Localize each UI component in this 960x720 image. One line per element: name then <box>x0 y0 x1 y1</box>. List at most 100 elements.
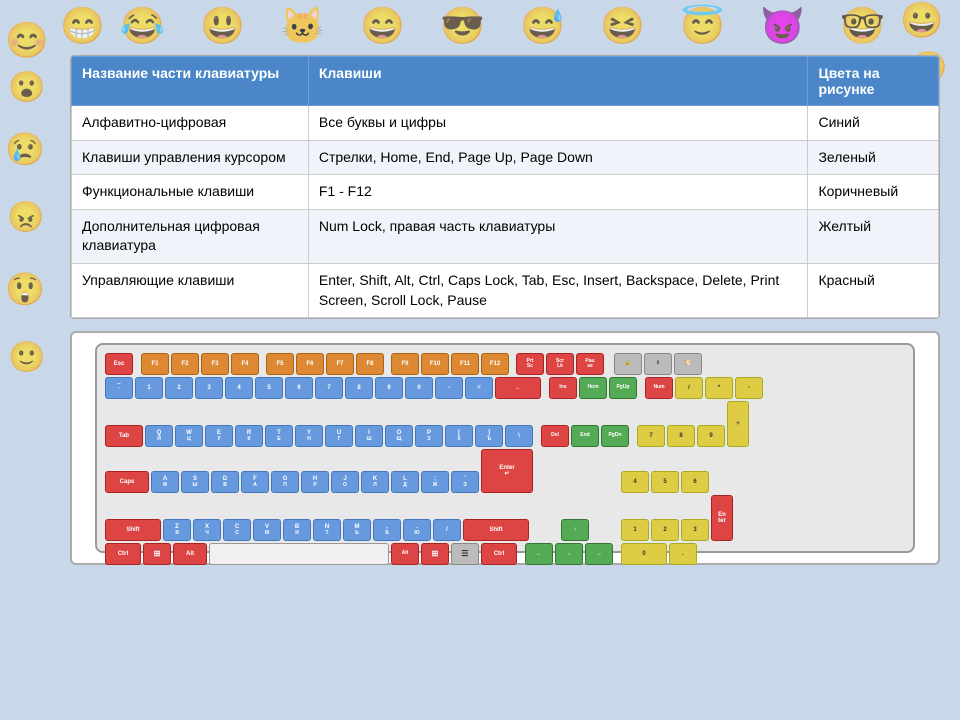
cell-part: Клавиши управления курсором <box>72 140 309 175</box>
key-num7: 7 <box>637 425 665 447</box>
key-num0: 0 <box>621 543 667 565</box>
key-rshift: Shift <box>463 519 529 541</box>
key-rbracket: ]Ъ <box>475 425 503 447</box>
key-tab: Tab <box>105 425 143 447</box>
key-rctrl: Ctrl <box>481 543 517 565</box>
key-pause: Pause <box>576 353 604 375</box>
key-f1: F1 <box>141 353 169 375</box>
cell-keys: Все буквы и цифры <box>308 106 808 141</box>
key-2: 2 <box>165 377 193 399</box>
key-num6: 6 <box>681 471 709 493</box>
key-f12: F12 <box>481 353 509 375</box>
key-down: ↓ <box>555 543 583 565</box>
key-t: TЕ <box>265 425 293 447</box>
key-num-enter: Enter <box>711 495 733 541</box>
key-d: DВ <box>211 471 239 493</box>
key-num-minus: - <box>735 377 763 399</box>
key-enter: Enter↵ <box>481 449 533 493</box>
key-lwin: ⊞ <box>143 543 171 565</box>
key-capslock: Caps <box>105 471 149 493</box>
key-p: PЗ <box>415 425 443 447</box>
key-9: 9 <box>375 377 403 399</box>
key-comma: ,Б <box>373 519 401 541</box>
key-v: VМ <box>253 519 281 541</box>
key-num8: 8 <box>667 425 695 447</box>
key-u: UГ <box>325 425 353 447</box>
key-numdot: . <box>669 543 697 565</box>
key-f5: F5 <box>266 353 294 375</box>
key-f6: F6 <box>296 353 324 375</box>
key-g: GП <box>271 471 299 493</box>
key-num1: 1 <box>621 519 649 541</box>
key-equals: = <box>465 377 493 399</box>
cell-part: Функциональные клавиши <box>72 175 309 210</box>
key-backtick: ~` <box>105 377 133 399</box>
key-scrlk: ScrLk <box>546 353 574 375</box>
key-lbracket: [Х <box>445 425 473 447</box>
key-semicolon: ;Ж <box>421 471 449 493</box>
key-e: EУ <box>205 425 233 447</box>
key-f4: F4 <box>231 353 259 375</box>
table-row: Функциональные клавишиF1 - F12Коричневый <box>72 175 939 210</box>
key-right: → <box>585 543 613 565</box>
key-numlock: Num <box>645 377 673 399</box>
key-insert: Ins <box>549 377 577 399</box>
keyboard-diagram: Esc F1 F2 F3 F4 F5 F6 F7 F8 F9 F10 F11 F… <box>95 343 915 553</box>
key-q: QЙ <box>145 425 173 447</box>
key-num3: 3 <box>681 519 709 541</box>
col-header-part: Название части клавиатуры <box>72 57 309 106</box>
cell-keys: F1 - F12 <box>308 175 808 210</box>
cell-color: Коричневый <box>808 175 939 210</box>
cell-color: Синий <box>808 106 939 141</box>
key-b: BИ <box>283 519 311 541</box>
table-row: Алфавитно-цифроваяВсе буквы и цифрыСиний <box>72 106 939 141</box>
key-pgup: PgUp <box>609 377 637 399</box>
key-menu: ☰ <box>451 543 479 565</box>
cell-part: Дополнительная цифровая клавиатура <box>72 209 309 263</box>
table-row: Управляющие клавишиEnter, Shift, Alt, Ct… <box>72 263 939 317</box>
key-home: Hom <box>579 377 607 399</box>
key-0: 0 <box>405 377 433 399</box>
cell-color: Желтый <box>808 209 939 263</box>
cell-color: Зеленый <box>808 140 939 175</box>
key-f2: F2 <box>171 353 199 375</box>
key-f7: F7 <box>326 353 354 375</box>
cell-part: Алфавитно-цифровая <box>72 106 309 141</box>
key-lalt: Alt <box>173 543 207 565</box>
key-num5: 5 <box>651 471 679 493</box>
key-quote: 'Э <box>451 471 479 493</box>
col-header-keys: Клавиши <box>308 57 808 106</box>
keyboard-diagram-container: Esc F1 F2 F3 F4 F5 F6 F7 F8 F9 F10 F11 F… <box>70 331 940 565</box>
cell-color: Красный <box>808 263 939 317</box>
key-1: 1 <box>135 377 163 399</box>
key-numlock-ind: 🔒 <box>614 353 642 375</box>
key-a: AФ <box>151 471 179 493</box>
key-rwin: ⊞ <box>421 543 449 565</box>
key-num4: 4 <box>621 471 649 493</box>
key-h: HР <box>301 471 329 493</box>
key-z: ZЯ <box>163 519 191 541</box>
key-prtsc: PrtSc <box>516 353 544 375</box>
keyboard-parts-table: Название части клавиатуры Клавиши Цвета … <box>70 55 940 319</box>
key-f3: F3 <box>201 353 229 375</box>
key-j: JО <box>331 471 359 493</box>
key-slash: / <box>433 519 461 541</box>
key-period: .Ю <box>403 519 431 541</box>
key-y: YН <box>295 425 323 447</box>
key-i: IШ <box>355 425 383 447</box>
key-s: SЫ <box>181 471 209 493</box>
key-f: FА <box>241 471 269 493</box>
key-n: NТ <box>313 519 341 541</box>
key-left: ← <box>525 543 553 565</box>
key-f10: F10 <box>421 353 449 375</box>
key-x: XЧ <box>193 519 221 541</box>
key-lctrl: Ctrl <box>105 543 141 565</box>
col-header-color: Цвета на рисунке <box>808 57 939 106</box>
key-end: End <box>571 425 599 447</box>
cell-part: Управляющие клавиши <box>72 263 309 317</box>
key-minus: - <box>435 377 463 399</box>
key-5: 5 <box>255 377 283 399</box>
key-num2: 2 <box>651 519 679 541</box>
key-num-plus: + <box>727 401 749 447</box>
key-f8: F8 <box>356 353 384 375</box>
